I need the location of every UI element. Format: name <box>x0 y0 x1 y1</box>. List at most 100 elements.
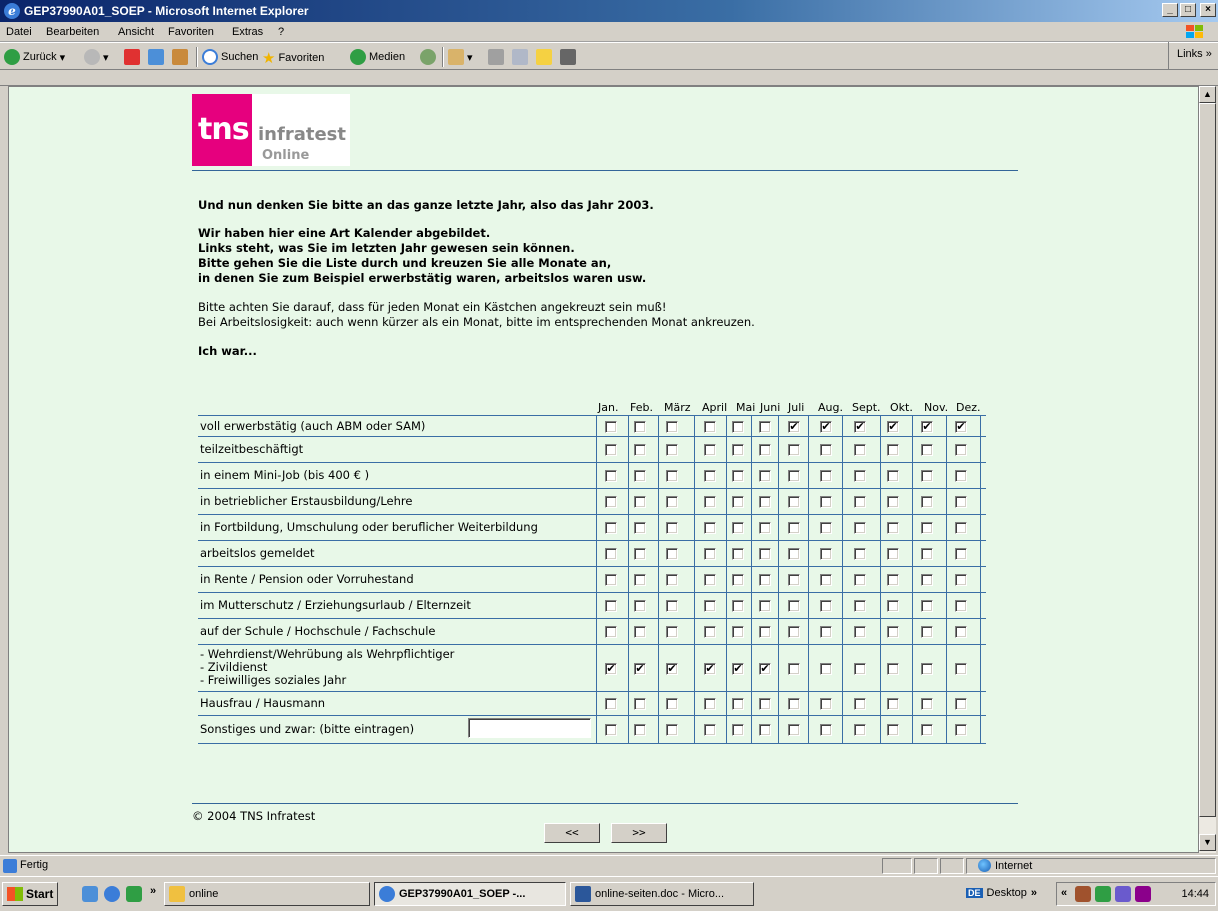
quicklaunch-ie-icon[interactable] <box>104 886 120 902</box>
month-checkbox[interactable] <box>634 626 646 638</box>
month-checkbox[interactable] <box>732 496 744 508</box>
month-checkbox[interactable] <box>732 470 744 482</box>
month-checkbox[interactable] <box>955 626 967 638</box>
month-checkbox[interactable] <box>634 574 646 586</box>
month-checkbox[interactable] <box>605 626 617 638</box>
month-checkbox[interactable] <box>759 444 771 456</box>
month-checkbox[interactable] <box>955 574 967 586</box>
month-checkbox[interactable] <box>788 470 800 482</box>
month-checkbox[interactable] <box>854 548 866 560</box>
month-checkbox[interactable] <box>955 496 967 508</box>
month-checkbox[interactable] <box>704 548 716 560</box>
tray-expand-icon[interactable]: « <box>1061 887 1067 899</box>
month-checkbox[interactable] <box>732 698 744 710</box>
links-toolbar[interactable]: Links » <box>1168 42 1218 70</box>
back-button[interactable]: Zurück ▾ <box>4 49 65 65</box>
month-checkbox[interactable] <box>854 698 866 710</box>
quicklaunch-media-icon[interactable] <box>126 886 142 902</box>
month-checkbox[interactable] <box>704 600 716 612</box>
month-checkbox[interactable]: ✔ <box>854 421 866 433</box>
forward-button[interactable]: ▾ <box>84 49 109 65</box>
tray-media-icon[interactable] <box>1135 886 1151 902</box>
month-checkbox[interactable] <box>788 574 800 586</box>
month-checkbox[interactable]: ✔ <box>704 663 716 675</box>
month-checkbox[interactable] <box>820 698 832 710</box>
month-checkbox[interactable] <box>634 496 646 508</box>
month-checkbox[interactable]: ✔ <box>605 663 617 675</box>
month-checkbox[interactable] <box>759 470 771 482</box>
edit-icon[interactable] <box>512 49 528 65</box>
month-checkbox[interactable] <box>921 574 933 586</box>
menu-datei[interactable]: Datei <box>6 26 32 38</box>
month-checkbox[interactable] <box>854 600 866 612</box>
previous-button[interactable]: << <box>544 823 600 843</box>
media-button[interactable]: Medien <box>350 49 405 65</box>
month-checkbox[interactable]: ✔ <box>887 421 899 433</box>
month-checkbox[interactable] <box>887 626 899 638</box>
menu-help[interactable]: ? <box>278 26 284 38</box>
month-checkbox[interactable] <box>921 548 933 560</box>
month-checkbox[interactable] <box>732 626 744 638</box>
month-checkbox[interactable] <box>666 600 678 612</box>
month-checkbox[interactable] <box>854 470 866 482</box>
month-checkbox[interactable] <box>704 574 716 586</box>
month-checkbox[interactable] <box>955 663 967 675</box>
month-checkbox[interactable] <box>605 548 617 560</box>
scroll-down-button[interactable]: ▼ <box>1199 834 1216 851</box>
month-checkbox[interactable] <box>704 421 716 433</box>
month-checkbox[interactable] <box>666 626 678 638</box>
month-checkbox[interactable] <box>887 663 899 675</box>
desktop-toolbar[interactable]: DE Desktop » <box>966 887 1037 899</box>
month-checkbox[interactable] <box>921 724 933 736</box>
month-checkbox[interactable] <box>634 522 646 534</box>
month-checkbox[interactable] <box>704 724 716 736</box>
month-checkbox[interactable] <box>820 470 832 482</box>
tray-app-icon[interactable] <box>1075 886 1091 902</box>
month-checkbox[interactable] <box>759 548 771 560</box>
month-checkbox[interactable] <box>921 698 933 710</box>
month-checkbox[interactable] <box>955 470 967 482</box>
start-button[interactable]: Start <box>2 882 58 906</box>
tray-network-icon[interactable] <box>1095 886 1111 902</box>
month-checkbox[interactable] <box>634 548 646 560</box>
stop-icon[interactable] <box>124 49 140 65</box>
month-checkbox[interactable] <box>921 663 933 675</box>
month-checkbox[interactable]: ✔ <box>955 421 967 433</box>
menu-ansicht[interactable]: Ansicht <box>118 26 154 38</box>
minimize-button[interactable]: _ <box>1162 3 1178 17</box>
month-checkbox[interactable] <box>887 698 899 710</box>
month-checkbox[interactable] <box>666 724 678 736</box>
month-checkbox[interactable] <box>605 600 617 612</box>
menu-extras[interactable]: Extras <box>232 26 263 38</box>
menu-favoriten[interactable]: Favoriten <box>168 26 214 38</box>
month-checkbox[interactable] <box>854 663 866 675</box>
month-checkbox[interactable] <box>788 663 800 675</box>
month-checkbox[interactable] <box>634 421 646 433</box>
month-checkbox[interactable] <box>887 444 899 456</box>
month-checkbox[interactable] <box>820 574 832 586</box>
scroll-thumb[interactable] <box>1199 103 1216 817</box>
month-checkbox[interactable] <box>788 548 800 560</box>
month-checkbox[interactable] <box>921 470 933 482</box>
month-checkbox[interactable] <box>666 522 678 534</box>
month-checkbox[interactable] <box>605 421 617 433</box>
month-checkbox[interactable] <box>820 600 832 612</box>
month-checkbox[interactable] <box>887 522 899 534</box>
month-checkbox[interactable]: ✔ <box>732 663 744 675</box>
month-checkbox[interactable] <box>887 724 899 736</box>
month-checkbox[interactable] <box>788 626 800 638</box>
bike-icon[interactable] <box>560 49 576 65</box>
month-checkbox[interactable] <box>605 496 617 508</box>
month-checkbox[interactable] <box>704 470 716 482</box>
month-checkbox[interactable] <box>704 522 716 534</box>
month-checkbox[interactable] <box>788 724 800 736</box>
month-checkbox[interactable] <box>788 600 800 612</box>
month-checkbox[interactable] <box>887 548 899 560</box>
month-checkbox[interactable] <box>759 574 771 586</box>
month-checkbox[interactable] <box>921 496 933 508</box>
month-checkbox[interactable] <box>704 698 716 710</box>
month-checkbox[interactable] <box>820 444 832 456</box>
month-checkbox[interactable] <box>921 522 933 534</box>
month-checkbox[interactable] <box>788 522 800 534</box>
month-checkbox[interactable] <box>759 626 771 638</box>
